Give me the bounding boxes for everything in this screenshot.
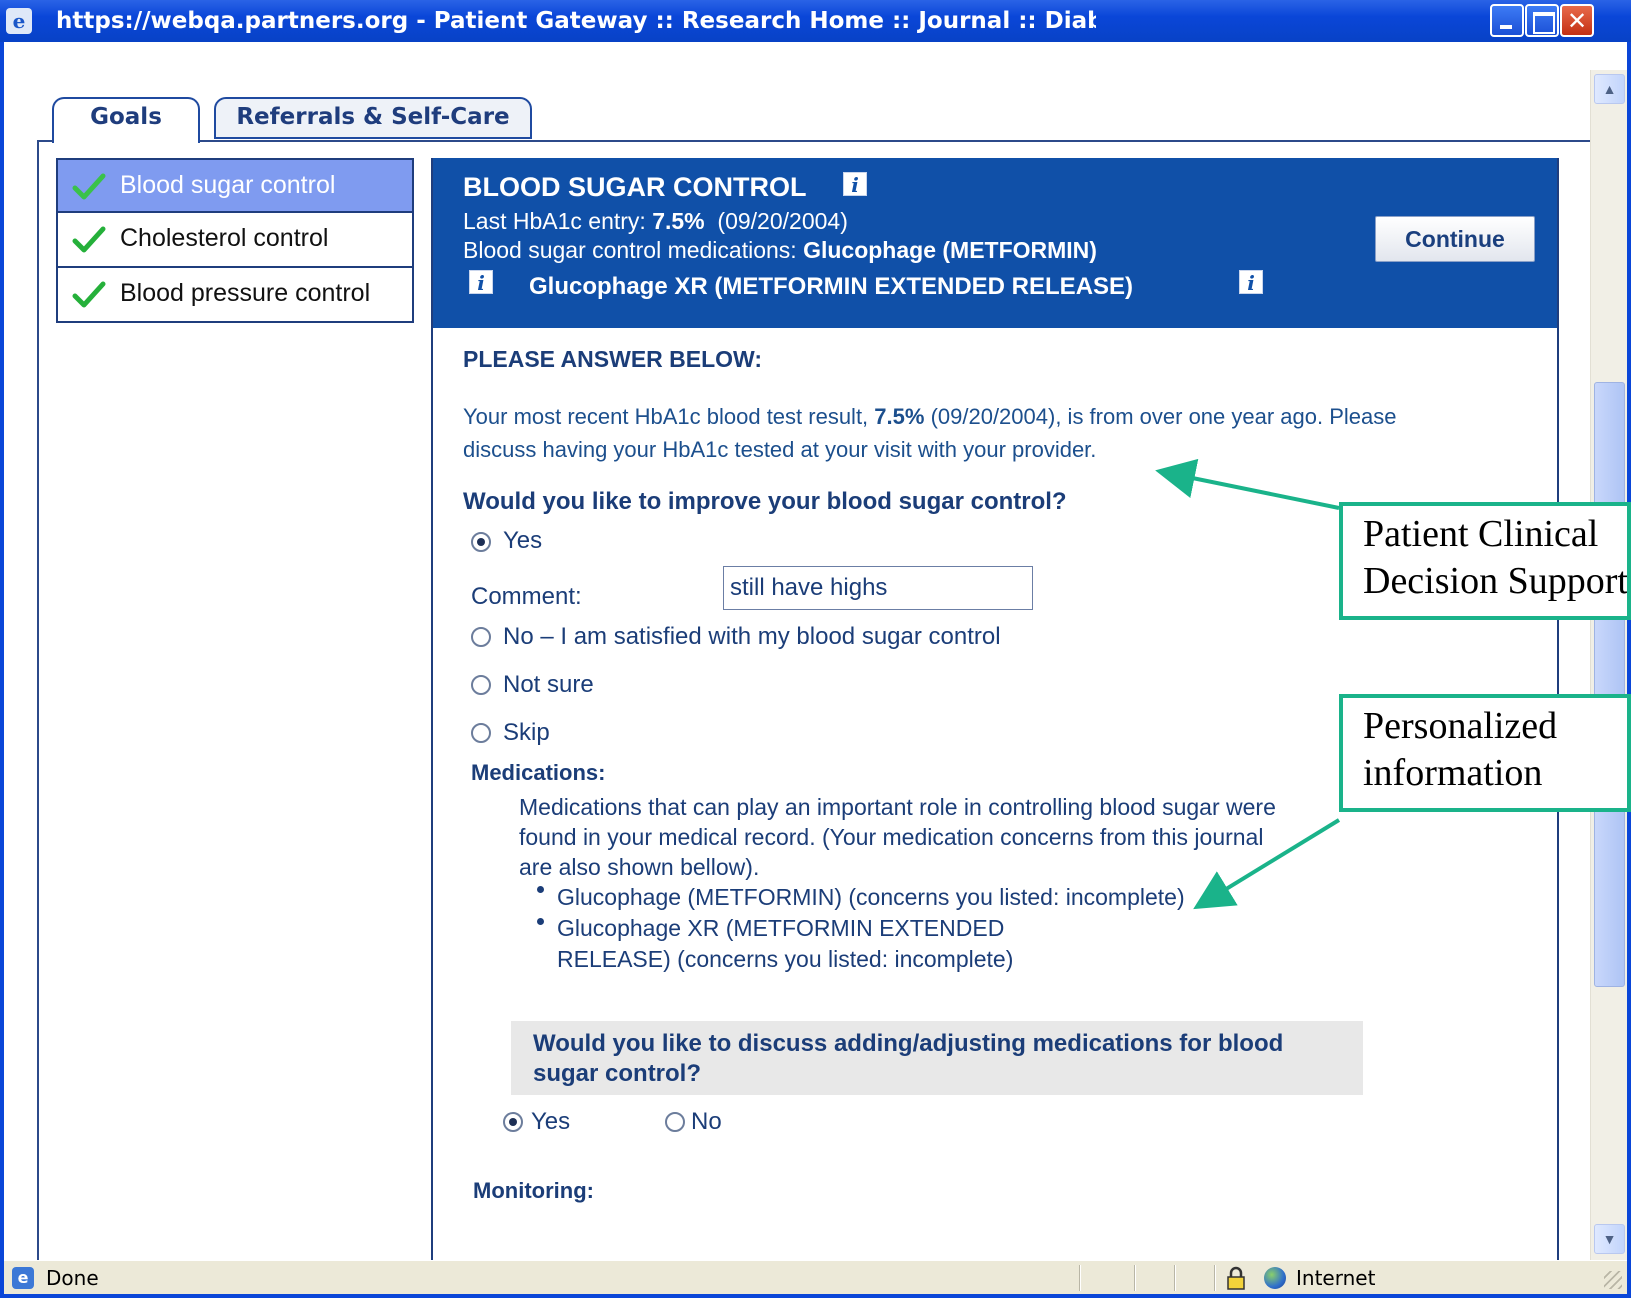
hba1c-notice: Your most recent HbA1c blood test result… <box>463 404 1397 462</box>
scroll-down-arrow[interactable]: ▼ <box>1594 1224 1625 1254</box>
radio-no-label[interactable]: No – I am satisfied with my blood sugar … <box>503 623 1001 651</box>
discuss-medications-box: Would you like to discuss adding/adjusti… <box>511 1021 1363 1095</box>
lock-icon[interactable] <box>1226 1266 1246 1290</box>
medications-heading: Medications: <box>471 760 606 785</box>
improve-question: Would you like to improve your blood sug… <box>463 488 1067 515</box>
radio-skip[interactable] <box>471 723 491 743</box>
discuss-radio-yes-label[interactable]: Yes <box>531 1108 570 1136</box>
medications-text: Medications that can play an important r… <box>519 794 1276 880</box>
panel-border <box>37 140 53 142</box>
close-icon: ✕ <box>1566 7 1588 35</box>
status-divider <box>1079 1265 1081 1291</box>
status-divider <box>1174 1265 1176 1291</box>
radio-no[interactable] <box>471 627 491 647</box>
vertical-scrollbar[interactable]: ▲ ▼ <box>1590 70 1627 1260</box>
last-hba1c-entry: Last HbA1c entry: 7.5% (09/20/2004) <box>463 208 848 234</box>
internet-zone-icon <box>1264 1267 1286 1289</box>
status-text: Done <box>46 1266 99 1290</box>
comment-input[interactable] <box>723 566 1033 610</box>
info-icon[interactable]: i <box>1239 270 1263 295</box>
list-item: RELEASE) (concerns you listed: incomplet… <box>557 946 1014 972</box>
radio-not-sure-label[interactable]: Not sure <box>503 671 594 699</box>
continue-button[interactable]: Continue <box>1375 216 1535 262</box>
window-title: https://webqa.partners.org - Patient Gat… <box>56 8 1096 34</box>
list-item: Glucophage XR (METFORMIN EXTENDED <box>557 915 1005 941</box>
discuss-radio-no-label[interactable]: No <box>691 1108 722 1136</box>
status-divider <box>1134 1265 1136 1291</box>
medication-name: Glucophage XR (METFORMIN EXTENDED RELEAS… <box>529 273 1134 300</box>
discuss-question: Would you like to discuss adding/adjusti… <box>533 1030 1284 1087</box>
radio-yes[interactable] <box>471 532 491 552</box>
check-icon <box>72 173 106 200</box>
info-icon[interactable]: i <box>469 270 493 295</box>
info-icon[interactable]: i <box>843 172 867 197</box>
tab-referrals-self-care[interactable]: Referrals & Self-Care <box>214 97 532 139</box>
hba1c-value: 7.5% <box>652 208 705 234</box>
page-title: BLOOD SUGAR CONTROL <box>463 172 807 202</box>
section-heading: PLEASE ANSWER BELOW: <box>463 346 763 372</box>
radio-skip-label[interactable]: Skip <box>503 719 550 747</box>
status-bar: e Done Internet <box>4 1260 1627 1294</box>
window-frame-right <box>1627 42 1631 1298</box>
panel-border <box>200 140 1590 142</box>
monitoring-heading: Monitoring: <box>473 1178 594 1203</box>
maximize-button[interactable] <box>1525 4 1559 37</box>
check-icon <box>72 281 106 308</box>
minimize-button[interactable] <box>1490 4 1524 37</box>
check-icon <box>72 226 106 253</box>
sidebar-item-label: Cholesterol control <box>120 224 329 252</box>
window-frame-bottom <box>0 1294 1631 1298</box>
window-title-bar[interactable]: e https://webqa.partners.org - Patient G… <box>0 0 1631 42</box>
goal-header: BLOOD SUGAR CONTROL i Last HbA1c entry: … <box>433 158 1557 328</box>
hba1c-date: (09/20/2004) <box>717 208 848 234</box>
resize-grip[interactable] <box>1604 1271 1622 1289</box>
tab-goals[interactable]: Goals <box>52 97 200 143</box>
close-button[interactable]: ✕ <box>1560 4 1594 37</box>
callout-clinical-decision-support: Patient Clinical Decision Support <box>1339 502 1631 620</box>
panel-border <box>37 140 39 1260</box>
security-zone: Internet <box>1296 1266 1376 1290</box>
discuss-radio-yes[interactable] <box>503 1112 523 1132</box>
sidebar-item-blood-pressure[interactable]: Blood pressure control <box>56 268 414 323</box>
internet-explorer-icon: e <box>6 8 32 34</box>
sidebar-item-cholesterol[interactable]: Cholesterol control <box>56 213 414 268</box>
discuss-radio-no[interactable] <box>665 1112 685 1132</box>
comment-label: Comment: <box>471 583 582 610</box>
status-divider <box>1214 1265 1216 1291</box>
bullet <box>537 918 544 925</box>
medication-name: Glucophage (METFORMIN) <box>803 237 1097 263</box>
callout-personalized-information: Personalized information <box>1339 694 1631 812</box>
scroll-up-arrow[interactable]: ▲ <box>1594 74 1625 104</box>
radio-yes-label[interactable]: Yes <box>503 527 542 555</box>
sidebar-item-label: Blood pressure control <box>120 279 371 307</box>
page-done-icon: e <box>12 1267 34 1289</box>
radio-not-sure[interactable] <box>471 675 491 695</box>
list-item: Glucophage (METFORMIN) (concerns you lis… <box>557 884 1185 910</box>
scroll-thumb[interactable] <box>1594 382 1625 987</box>
goals-sidebar: Blood sugar control Cholesterol control … <box>56 158 414 323</box>
window-frame-left <box>0 42 4 1298</box>
medications-line: Blood sugar control medications: Glucoph… <box>463 237 1097 263</box>
bullet <box>537 886 544 893</box>
sidebar-item-blood-sugar[interactable]: Blood sugar control <box>56 158 414 213</box>
sidebar-item-label: Blood sugar control <box>120 171 336 199</box>
